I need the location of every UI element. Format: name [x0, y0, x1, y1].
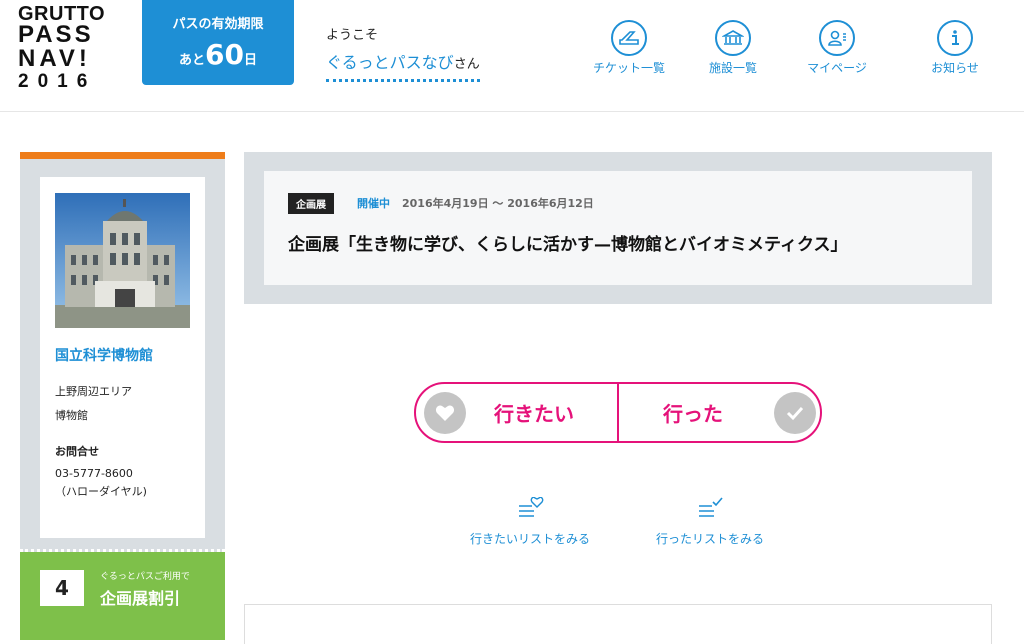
nav-label: お知らせ: [931, 61, 979, 75]
event-dates: 2016年4月19日 ～ 2016年6月12日: [402, 197, 594, 210]
went-button[interactable]: 行った: [619, 384, 820, 441]
list-links: 行きたいリストをみる 行ったリストをみる: [450, 494, 790, 547]
pass-days-unit: 日: [243, 53, 257, 68]
want-list-link[interactable]: 行きたいリストをみる: [450, 494, 610, 547]
event-status: 開催中: [357, 197, 390, 210]
contact-phone-note: （ハローダイヤル): [55, 485, 147, 498]
contact-phone: 03-5777-8600: [55, 467, 133, 480]
event-type-tag: 企画展: [288, 193, 334, 214]
discount-number: 4: [40, 570, 84, 606]
username-link[interactable]: ぐるっとパスなびさん: [326, 49, 480, 82]
want-list-label: 行きたいリストをみる: [469, 532, 590, 546]
went-list-label: 行ったリストをみる: [655, 532, 764, 546]
museum-icon: [715, 20, 751, 56]
pass-expiry-days: あと60日: [142, 38, 294, 71]
check-icon: [774, 391, 816, 434]
check-list-icon: [630, 494, 790, 522]
username: ぐるっとパスなび: [326, 53, 454, 72]
app-logo[interactable]: GRUTTO PASS NAV! 2016: [18, 4, 118, 91]
heart-list-icon: [450, 494, 610, 522]
logo-line-4: 2016: [18, 71, 97, 92]
nav-ticket-list[interactable]: チケット一覧: [570, 20, 688, 76]
username-suffix: さん: [453, 57, 480, 72]
user-icon: [819, 20, 855, 56]
nav-notices[interactable]: お知らせ: [896, 20, 1014, 76]
pass-days-prefix: あと: [179, 53, 206, 68]
nav-facility-list[interactable]: 施設一覧: [688, 20, 778, 76]
want-to-go-button[interactable]: 行きたい: [416, 384, 619, 441]
went-label: 行った: [663, 402, 723, 426]
pass-expiry-badge: パスの有効期限 あと60日: [142, 0, 294, 85]
pass-expiry-title: パスの有効期限: [172, 17, 264, 32]
heart-icon: [424, 391, 466, 434]
facility-photo: [55, 193, 190, 328]
nav-label: 施設一覧: [708, 61, 757, 75]
welcome-text: ようこそ: [326, 28, 379, 43]
contact-label: お問合せ: [55, 445, 99, 458]
pass-days-number: 60: [205, 38, 244, 71]
event-title: 企画展「生き物に学び、くらしに活かす—博物館とバイオミメティクス」: [288, 235, 848, 255]
next-section-box: [244, 604, 992, 644]
ticket-icon: [611, 20, 647, 56]
want-went-toggle: 行きたい 行った: [414, 382, 822, 443]
logo-line-3: NAV!: [18, 45, 91, 72]
discount-title: 企画展割引: [100, 589, 181, 608]
nav-mypage[interactable]: マイページ: [778, 20, 896, 76]
want-to-go-label: 行きたい: [494, 402, 574, 426]
facility-card: 国立科学博物館 上野周辺エリア 博物館 お問合せ 03-5777-8600 （ハ…: [20, 152, 225, 640]
nav-label: チケット一覧: [592, 61, 665, 75]
discount-banner: 4 ぐるっとパスご利用で 企画展割引: [20, 549, 225, 640]
went-list-link[interactable]: 行ったリストをみる: [630, 494, 790, 547]
logo-line-2: PASS: [18, 21, 94, 48]
facility-category: 博物館: [55, 409, 88, 422]
discount-caption: ぐるっとパスご利用で: [100, 572, 190, 582]
welcome-block: ようこそ ぐるっとパスなびさん: [326, 24, 480, 82]
info-icon: [937, 20, 973, 56]
event-box: 企画展 開催中 2016年4月19日 ～ 2016年6月12日 企画展「生き物に…: [244, 152, 992, 304]
header: GRUTTO PASS NAV! 2016 パスの有効期限 あと60日 ようこそ…: [0, 0, 1024, 112]
header-nav: チケット一覧 施設一覧 マイページ お知らせ: [570, 20, 1014, 76]
dotted-divider: [20, 549, 225, 553]
facility-name-link[interactable]: 国立科学博物館: [55, 345, 153, 365]
event-info: 企画展 開催中 2016年4月19日 ～ 2016年6月12日 企画展「生き物に…: [264, 171, 972, 285]
facility-info: 国立科学博物館 上野周辺エリア 博物館 お問合せ 03-5777-8600 （ハ…: [40, 177, 205, 538]
facility-area: 上野周辺エリア: [55, 385, 132, 398]
nav-label: マイページ: [807, 61, 867, 75]
